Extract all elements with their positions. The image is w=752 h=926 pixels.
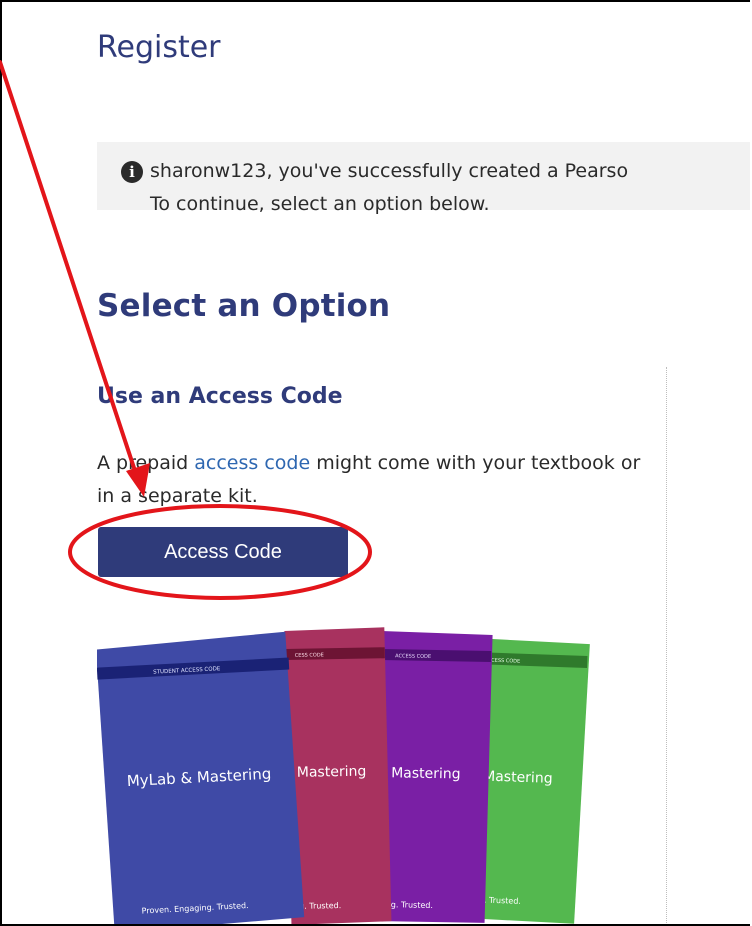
kit-card-1: STUDENT ACCESS CODE MyLab & Mastering Pr… — [97, 631, 305, 924]
kit-card-3: ACCESS CODE Mastering g. Trusted. — [374, 631, 493, 923]
kit-card-4-title: Mastering — [483, 768, 553, 786]
kit-card-2-title: Mastering — [297, 764, 367, 781]
kit-card-3-tagline: g. Trusted. — [391, 900, 433, 910]
kit-card-4-band: CESS CODE — [491, 658, 520, 665]
notice-message: sharonw123, you've successfully created … — [150, 160, 629, 182]
kit-card-2-tagline: g. Trusted. — [299, 901, 341, 911]
section-title: Select an Option — [97, 288, 391, 324]
notice-instruction: To continue, select an option below. — [150, 193, 490, 215]
column-divider — [666, 367, 667, 924]
access-kit-image: CESS CODE Mastering g. Trusted. ACCESS C… — [97, 627, 590, 924]
page-title: Register — [97, 30, 221, 65]
access-code-link[interactable]: access code — [194, 452, 310, 474]
page-frame: Register i sharonw123, you've successful… — [0, 0, 750, 926]
access-code-button[interactable]: Access Code — [98, 527, 348, 577]
access-code-option-title: Use an Access Code — [97, 384, 343, 409]
access-code-description: A prepaid access code might come with yo… — [97, 447, 657, 513]
kit-card-2-band: CESS CODE — [295, 652, 324, 659]
info-icon: i — [121, 161, 143, 183]
kit-card-3-title: Mastering — [391, 765, 461, 782]
description-text-start: A prepaid — [97, 452, 195, 474]
kit-card-3-band: ACCESS CODE — [395, 653, 431, 660]
success-notice: i sharonw123, you've successfully create… — [97, 142, 750, 215]
